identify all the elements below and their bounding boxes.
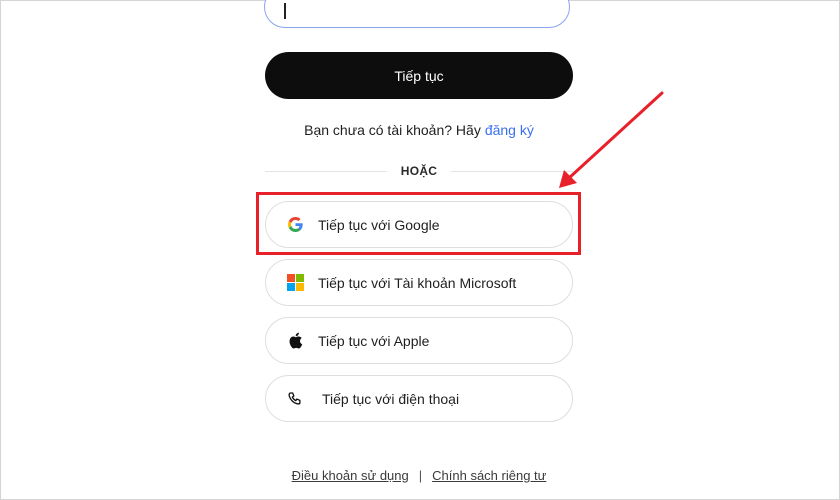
signup-prompt: Bạn chưa có tài khoản? Hãy đăng ký <box>265 122 573 138</box>
apple-icon <box>286 332 304 350</box>
continue-button[interactable]: Tiếp tục <box>265 52 573 99</box>
divider-line-right <box>451 170 574 172</box>
email-input[interactable] <box>264 0 570 28</box>
continue-with-microsoft-button[interactable]: Tiếp tục với Tài khoản Microsoft <box>265 259 573 306</box>
phone-icon <box>286 390 304 408</box>
footer-separator: | <box>418 468 423 483</box>
divider-text: HOẶC <box>400 164 438 178</box>
apple-button-label: Tiếp tục với Apple <box>318 332 430 349</box>
privacy-policy-link[interactable]: Chính sách riêng tư <box>432 468 546 483</box>
phone-button-label: Tiếp tục với điện thoại <box>322 390 460 407</box>
continue-with-google-button[interactable]: Tiếp tục với Google <box>265 201 573 248</box>
microsoft-button-label: Tiếp tục với Tài khoản Microsoft <box>318 274 517 291</box>
continue-with-apple-button[interactable]: Tiếp tục với Apple <box>265 317 573 364</box>
google-icon <box>286 216 304 234</box>
continue-button-label: Tiếp tục <box>394 67 444 84</box>
text-caret <box>284 3 286 19</box>
microsoft-icon <box>286 274 304 292</box>
or-divider: HOẶC <box>265 162 574 180</box>
signup-link[interactable]: đăng ký <box>485 122 534 138</box>
continue-with-phone-button[interactable]: Tiếp tục với điện thoại <box>265 375 573 422</box>
signup-prompt-text: Bạn chưa có tài khoản? Hãy <box>304 122 481 138</box>
google-button-label: Tiếp tục với Google <box>318 216 440 233</box>
terms-of-use-link[interactable]: Điều khoản sử dụng <box>292 468 409 483</box>
divider-line-left <box>265 170 387 172</box>
footer-links: Điều khoản sử dụng | Chính sách riêng tư <box>265 468 573 483</box>
